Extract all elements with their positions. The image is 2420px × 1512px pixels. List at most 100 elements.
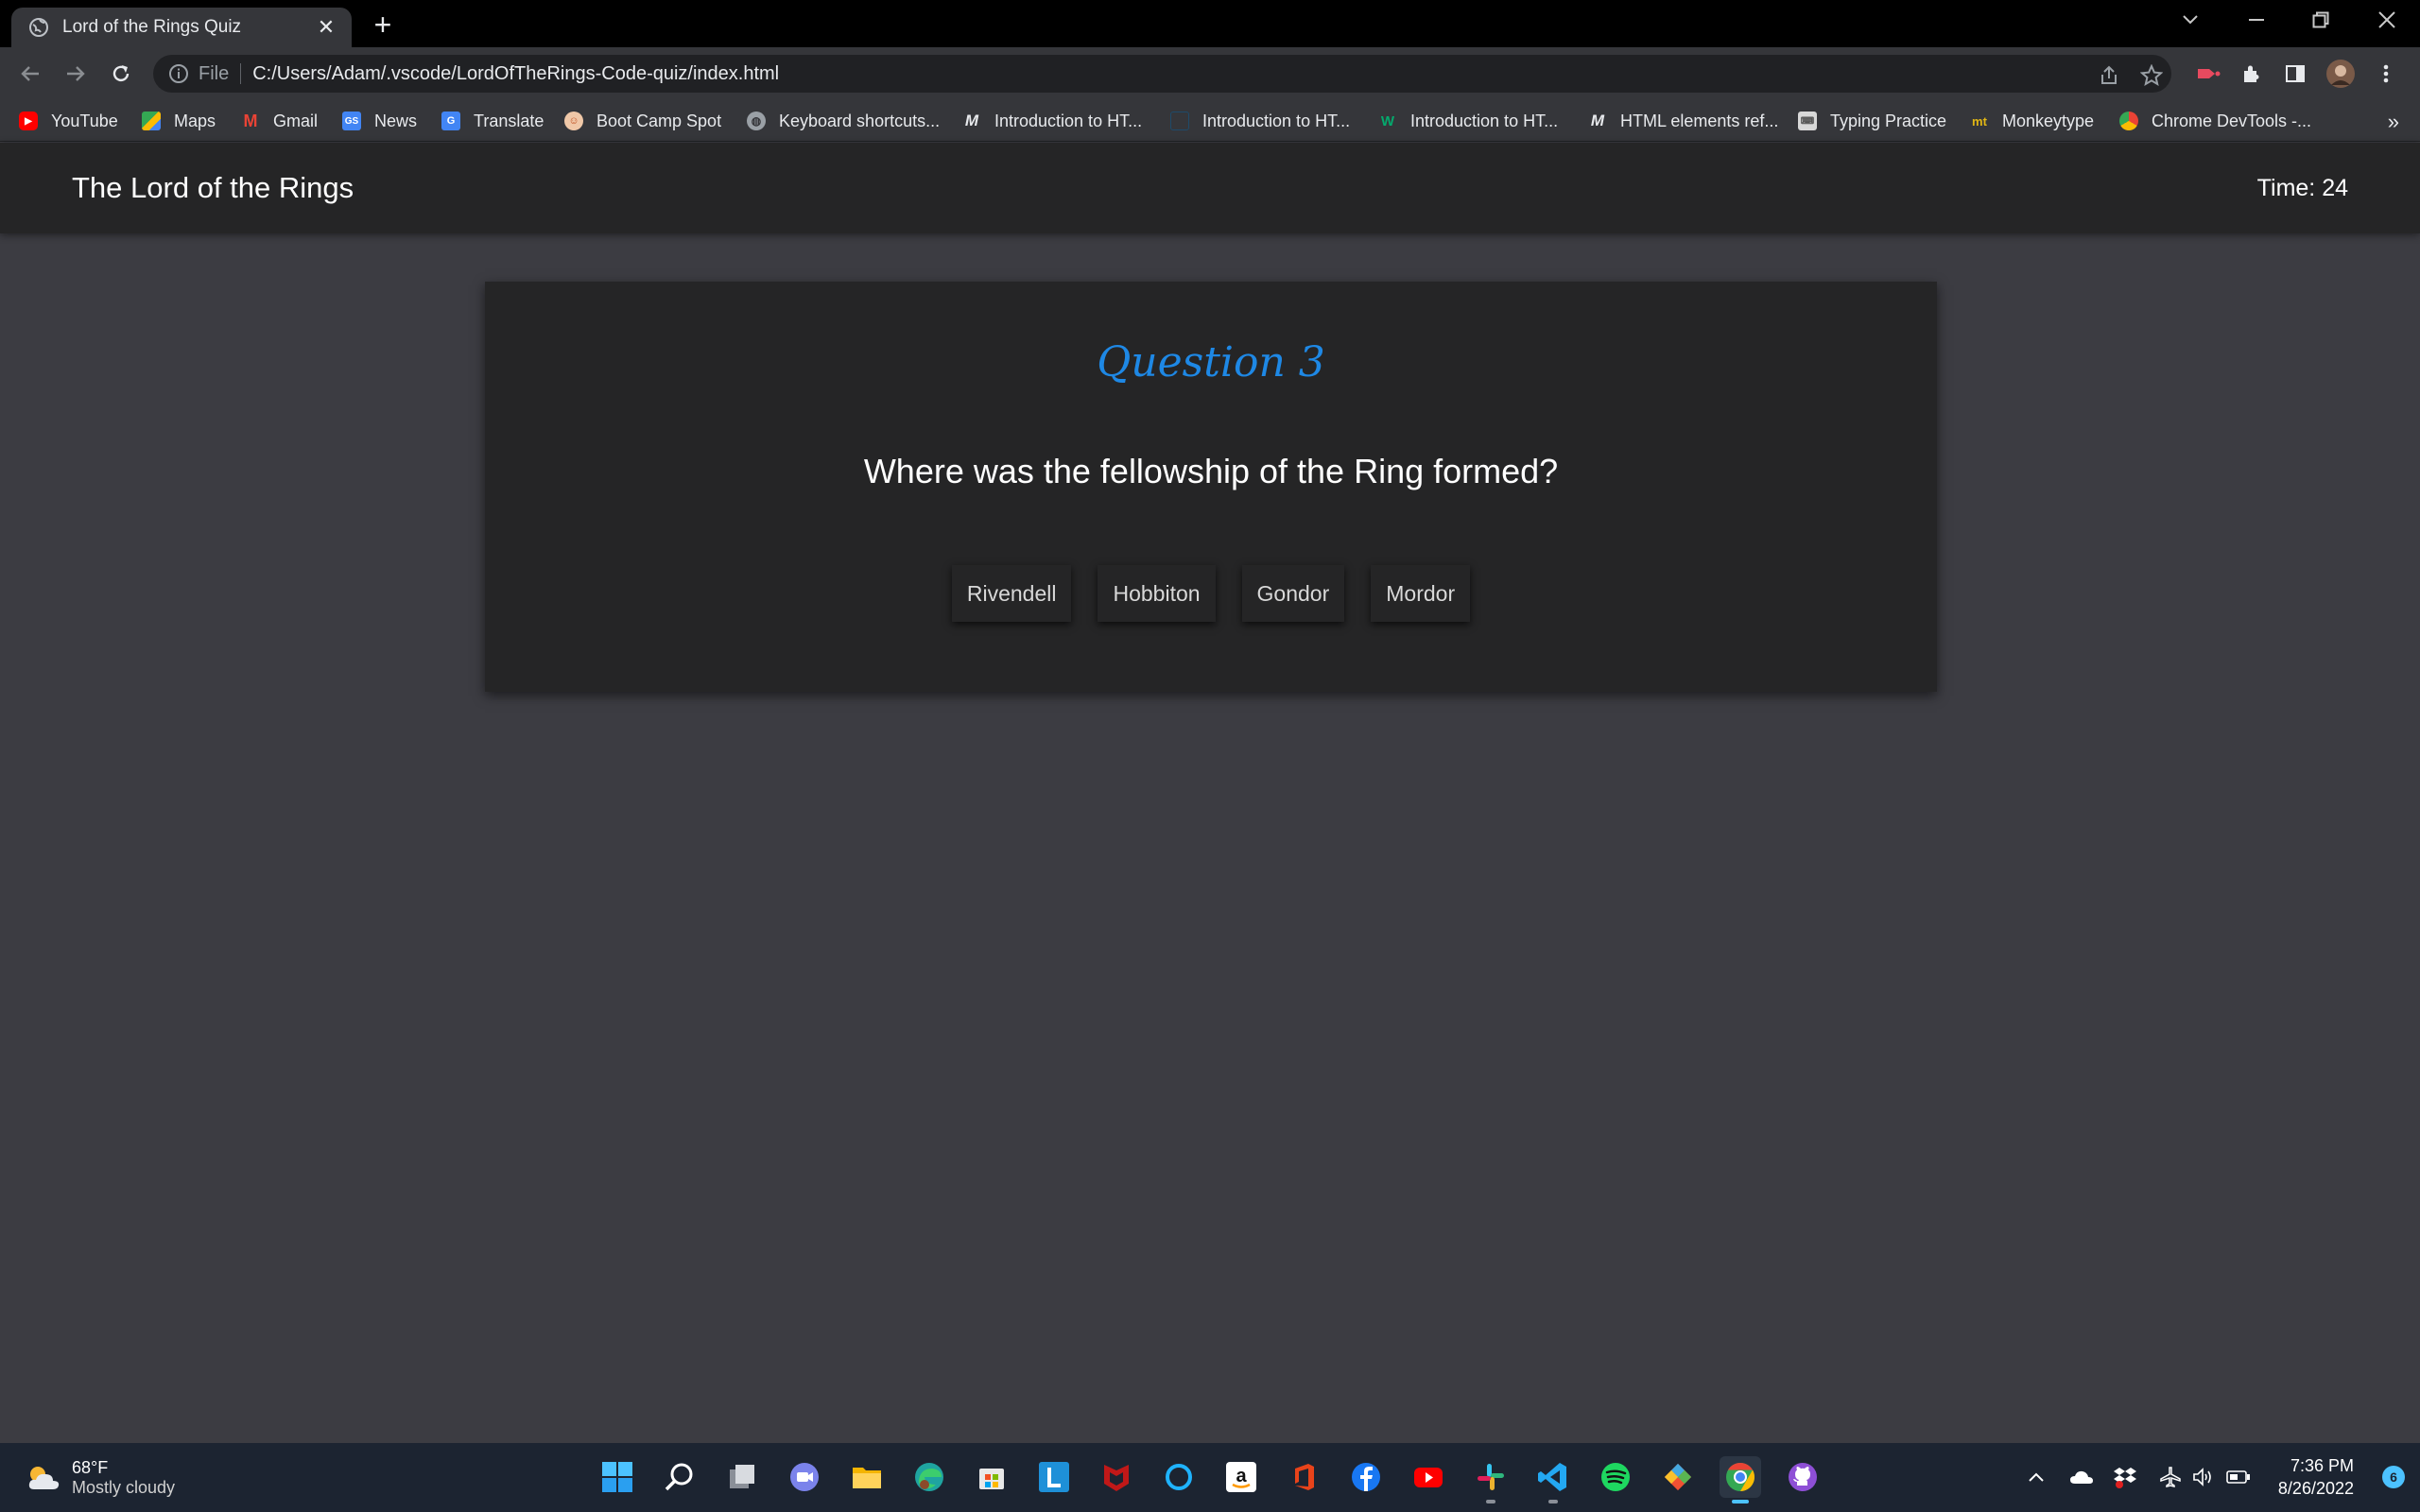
bookmark-news[interactable]: GS News xyxy=(342,108,417,134)
mdn-icon: M xyxy=(1590,112,1605,129)
translate-icon: G xyxy=(441,112,460,130)
browser-tab[interactable]: Lord of the Rings Quiz ✕ xyxy=(11,8,352,47)
answer-button-gondor[interactable]: Gondor xyxy=(1241,565,1345,622)
weather-widget[interactable]: 68°F Mostly cloudy xyxy=(25,1458,175,1498)
battery-icon[interactable] xyxy=(2225,1464,2252,1490)
vscode-icon[interactable] xyxy=(1532,1456,1574,1503)
start-icon[interactable] xyxy=(596,1456,638,1498)
bookmark-gmail[interactable]: M Gmail xyxy=(241,108,319,134)
bookmark-introduction-to-html-3[interactable]: W Introduction to HT... xyxy=(1378,108,1558,134)
bookmarks-bar: ▶ YouTube Maps M Gmail GS News G Transla… xyxy=(0,100,2420,142)
bootcamp-icon: ☺ xyxy=(564,112,583,130)
volume-icon[interactable] xyxy=(2189,1464,2216,1490)
clock-date: 8/26/2022 xyxy=(2277,1479,2354,1498)
profile-avatar[interactable] xyxy=(2325,59,2356,89)
minimize-icon[interactable] xyxy=(2235,6,2278,34)
onedrive-icon[interactable] xyxy=(2068,1464,2095,1490)
bookmark-star-icon[interactable] xyxy=(2138,62,2165,89)
app-header: The Lord of the Rings Time: 24 xyxy=(0,143,2420,233)
question-text: Where was the fellowship of the Ring for… xyxy=(863,452,1559,490)
git-icon[interactable] xyxy=(1657,1456,1699,1498)
tab-strip: Lord of the Rings Quiz ✕ + xyxy=(0,0,2420,47)
notification-badge[interactable]: 6 xyxy=(2382,1466,2405,1488)
side-panel-icon[interactable] xyxy=(2280,59,2310,89)
github-desktop-icon[interactable] xyxy=(1782,1456,1824,1498)
office-icon[interactable] xyxy=(1283,1456,1324,1498)
bookmark-typing-practice[interactable]: ⌨ Typing Practice xyxy=(1798,108,1946,134)
dropbox-icon[interactable] xyxy=(2112,1464,2138,1490)
browser-toolbar: File C:/Users/Adam/.vscode/LordOfTheRing… xyxy=(0,47,2420,100)
address-bar[interactable]: File C:/Users/Adam/.vscode/LordOfTheRing… xyxy=(153,55,2171,93)
show-hidden-icons-chevron-icon[interactable] xyxy=(2023,1464,2049,1490)
microsoft-store-icon[interactable] xyxy=(971,1456,1012,1498)
bookmark-monkeytype[interactable]: mt Monkeytype xyxy=(1970,108,2094,134)
running-indicator xyxy=(1486,1500,1495,1503)
app-title: The Lord of the Rings xyxy=(72,171,354,204)
chrome-taskbar-icon[interactable] xyxy=(1720,1456,1761,1503)
answer-button-hobbiton[interactable]: Hobbiton xyxy=(1098,565,1216,622)
cortana-icon[interactable] xyxy=(1158,1456,1200,1498)
url-scheme-label: File xyxy=(199,63,242,84)
facebook-icon[interactable] xyxy=(1345,1456,1387,1498)
globe-icon: ◍ xyxy=(747,112,766,130)
question-heading: Question 3 xyxy=(1097,338,1325,387)
back-icon[interactable] xyxy=(15,59,45,89)
page-content: The Lord of the Rings Time: 24 Question … xyxy=(0,143,2420,1443)
bookmark-introduction-to-html-1[interactable]: M Introduction to HT... xyxy=(962,108,1142,134)
bookmark-html-elements-reference[interactable]: M HTML elements ref... xyxy=(1588,108,1778,134)
file-explorer-icon[interactable] xyxy=(846,1456,888,1498)
screen-recorder-extension-icon[interactable] xyxy=(2193,59,2223,89)
restore-icon[interactable] xyxy=(2299,6,2342,34)
teams-chat-icon[interactable] xyxy=(784,1456,825,1498)
bookmark-boot-camp-spot[interactable]: ☺ Boot Camp Spot xyxy=(564,108,721,134)
chrome-menu-icon[interactable] xyxy=(2371,59,2401,89)
forward-icon[interactable] xyxy=(60,59,91,89)
close-window-icon[interactable] xyxy=(2365,6,2409,34)
task-view-icon[interactable] xyxy=(721,1456,763,1498)
more-bookmarks-button[interactable]: » xyxy=(2388,110,2399,134)
doc-icon xyxy=(1170,112,1189,130)
tab-search-icon[interactable] xyxy=(2169,6,2212,34)
reload-icon[interactable] xyxy=(106,59,136,89)
youtube-app-icon[interactable] xyxy=(1408,1456,1449,1498)
extensions-icon[interactable] xyxy=(2237,59,2267,89)
clock-time: 7:36 PM xyxy=(2290,1456,2354,1475)
bookmark-translate[interactable]: G Translate xyxy=(441,108,544,134)
svg-text:a: a xyxy=(1236,1466,1247,1486)
bookmark-maps[interactable]: Maps xyxy=(142,108,216,134)
airplane-mode-icon[interactable] xyxy=(2157,1464,2184,1490)
bookmark-introduction-to-html-2[interactable]: Introduction to HT... xyxy=(1170,108,1350,134)
share-icon[interactable] xyxy=(2096,62,2122,89)
quiz-card: Question 3 Where was the fellowship of t… xyxy=(485,282,1937,692)
bookmark-keyboard-shortcuts[interactable]: ◍ Keyboard shortcuts... xyxy=(747,108,940,134)
bookmark-chrome-devtools[interactable]: Chrome DevTools -... xyxy=(2119,108,2311,134)
mcafee-icon[interactable] xyxy=(1096,1456,1137,1498)
slack-icon[interactable] xyxy=(1470,1456,1512,1503)
weather-description: Mostly cloudy xyxy=(72,1478,176,1497)
taskbar-clock[interactable]: 7:36 PM 8/26/2022 xyxy=(2278,1454,2354,1500)
search-icon[interactable] xyxy=(659,1456,700,1498)
url-text[interactable]: C:/Users/Adam/.vscode/LordOfTheRings-Cod… xyxy=(252,63,779,85)
tab-title: Lord of the Rings Quiz xyxy=(62,17,242,37)
timer: Time: 24 xyxy=(2256,175,2348,201)
answer-button-mordor[interactable]: Mordor xyxy=(1371,565,1471,622)
spotify-icon[interactable] xyxy=(1595,1456,1636,1498)
running-indicator xyxy=(1548,1500,1558,1503)
answer-options: Rivendell Hobbiton Gondor Mordor xyxy=(485,565,1937,622)
gmail-icon: M xyxy=(243,111,258,130)
answer-button-rivendell[interactable]: Rivendell xyxy=(951,565,1072,622)
typing-icon: ⌨ xyxy=(1798,112,1817,130)
mdn-icon: M xyxy=(964,112,979,129)
edge-icon[interactable] xyxy=(908,1456,950,1498)
l-app-icon[interactable] xyxy=(1033,1456,1075,1498)
new-tab-button[interactable]: + xyxy=(369,9,397,40)
chrome-icon xyxy=(2119,112,2138,130)
active-indicator xyxy=(1732,1500,1749,1503)
youtube-icon: ▶ xyxy=(19,112,38,130)
bookmark-youtube[interactable]: ▶ YouTube xyxy=(19,108,118,134)
close-tab-icon[interactable]: ✕ xyxy=(314,15,338,40)
weather-temperature: 68°F xyxy=(72,1458,109,1477)
info-icon[interactable] xyxy=(168,63,189,84)
news-icon: GS xyxy=(342,112,361,130)
amazon-icon[interactable]: a xyxy=(1220,1456,1262,1498)
